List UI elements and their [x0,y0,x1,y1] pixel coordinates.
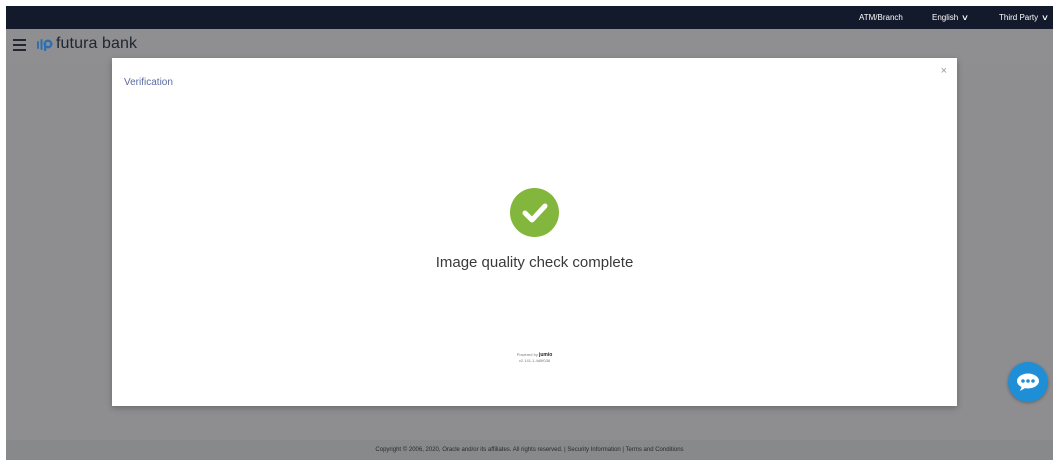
atm-branch-link[interactable]: ATM/Branch [859,13,903,22]
logo-icon [37,38,53,51]
footer: Copyright © 2006, 2020, Oracle and/or it… [6,440,1053,460]
app-frame: ATM/Branch English ∨ Third Party ∨ futur… [6,6,1053,460]
top-bar: ATM/Branch English ∨ Third Party ∨ [6,6,1053,29]
chat-button[interactable] [1008,362,1048,402]
menu-icon[interactable] [13,39,26,51]
verification-dialog: Verification × Image quality check compl… [112,58,957,406]
powered-by-label: Powered by [516,352,538,357]
logo[interactable]: futura bank [36,35,137,53]
chat-icon [1017,373,1039,391]
footer-text: Copyright © 2006, 2020, Oracle and/or it… [375,447,684,453]
atm-branch-label: ATM/Branch [859,13,903,22]
language-label: English [932,13,959,22]
chevron-down-icon: ∨ [1040,13,1050,22]
dialog-title: Verification [124,77,173,88]
logo-text: futura bank [56,35,138,52]
chevron-down-icon: ∨ [961,13,970,22]
powered-by: Powered by jumio v2.141.1-4d5f038 [112,352,957,364]
third-party-dropdown[interactable]: Third Party ∨ [999,13,1050,22]
version-label: v2.141.1-4d5f038 [518,358,551,363]
language-dropdown[interactable]: English ∨ [932,13,970,22]
checkmark-icon [510,188,559,237]
close-icon[interactable]: × [941,65,947,77]
status-message: Image quality check complete [435,254,634,271]
third-party-label: Third Party [999,13,1039,22]
